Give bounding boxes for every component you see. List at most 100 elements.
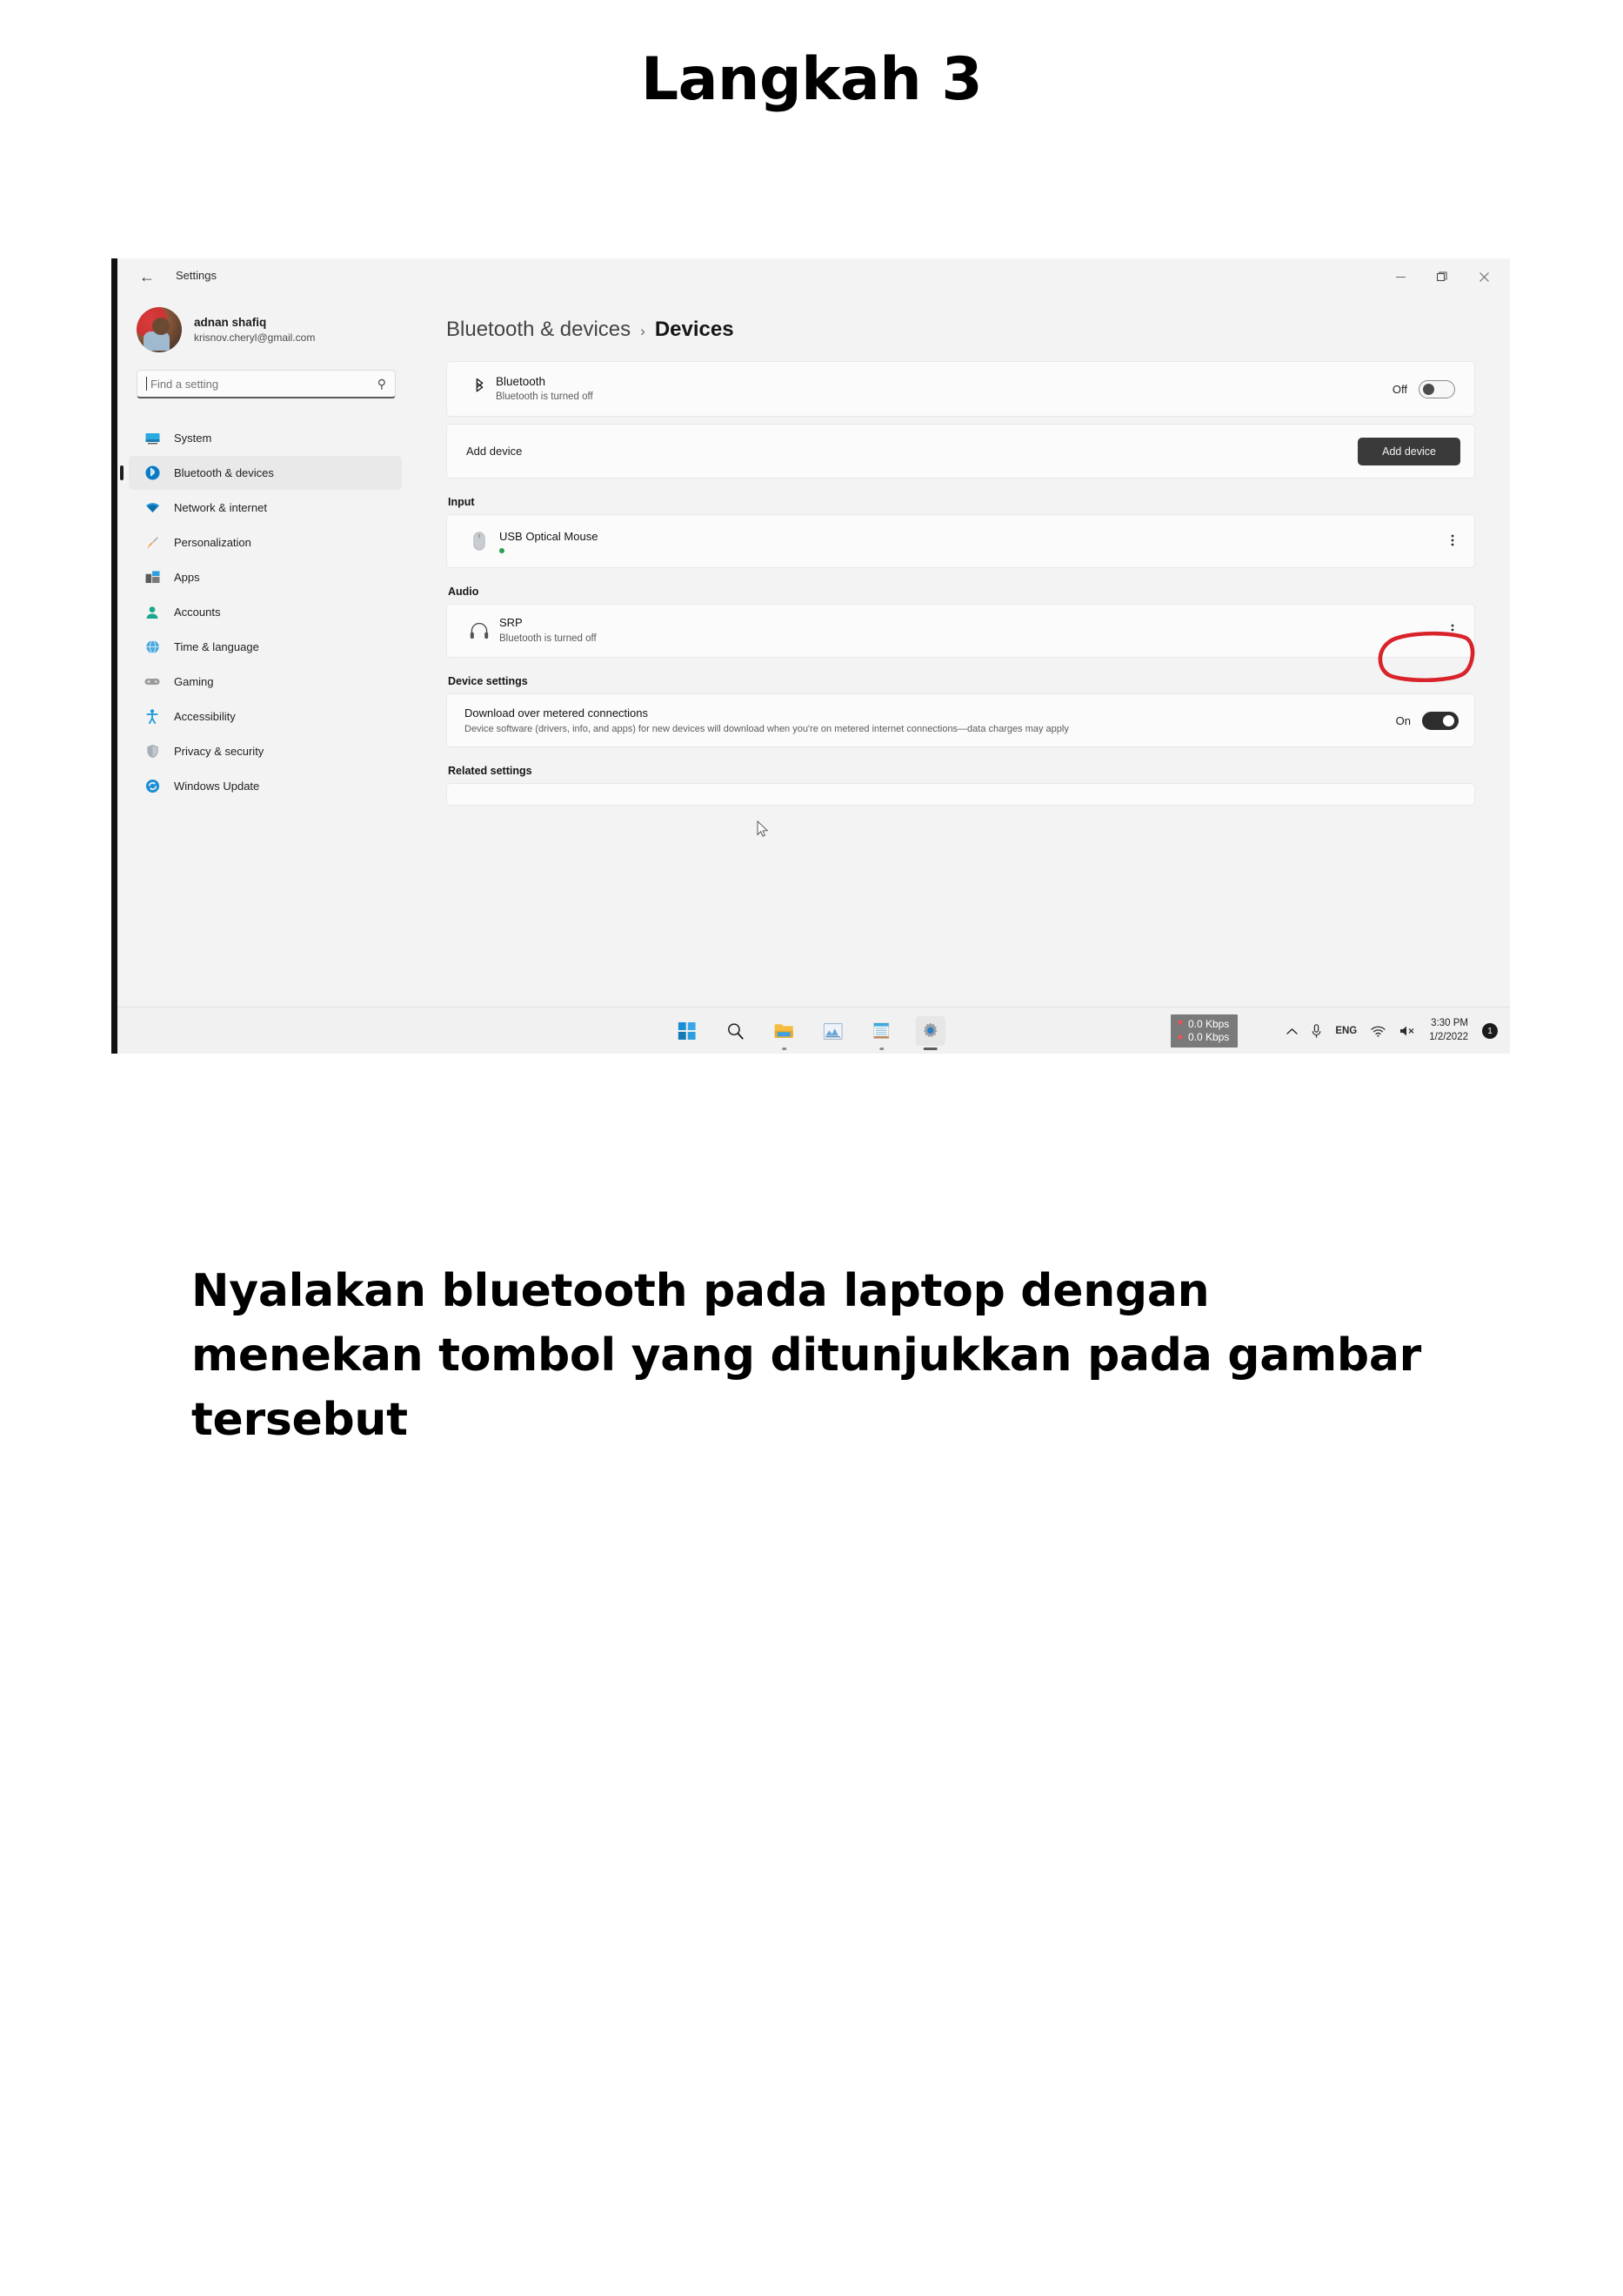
sidebar-item-label: Time & language bbox=[174, 640, 259, 653]
search-icon[interactable] bbox=[720, 1016, 750, 1046]
device-name: USB Optical Mouse bbox=[499, 529, 598, 543]
sidebar-item-personalization[interactable]: Personalization bbox=[129, 525, 402, 559]
bluetooth-toggle-label: Off bbox=[1392, 382, 1407, 396]
window-body: adnan shafiq krisnov.cheryl@gmail.com ⚲ bbox=[117, 295, 1510, 1007]
sidebar-item-privacy-security[interactable]: Privacy & security bbox=[129, 734, 402, 768]
metered-description: Device software (drivers, info, and apps… bbox=[464, 723, 1069, 734]
metered-texts: Download over metered connections Device… bbox=[464, 697, 1069, 744]
clock[interactable]: 3:30 PM 1/2/2022 bbox=[1429, 1017, 1468, 1044]
settings-gear-icon[interactable] bbox=[915, 1016, 945, 1046]
monitor-icon bbox=[144, 431, 160, 446]
sidebar-item-network-internet[interactable]: Network & internet bbox=[129, 491, 402, 525]
notepad-icon[interactable] bbox=[866, 1016, 896, 1046]
sidebar-item-label: System bbox=[174, 432, 212, 445]
minimize-icon[interactable] bbox=[1379, 258, 1421, 295]
add-device-button[interactable]: Add device bbox=[1358, 437, 1460, 465]
volume-muted-icon[interactable] bbox=[1399, 1025, 1415, 1037]
update-icon bbox=[144, 779, 160, 794]
taskbar-icons bbox=[671, 1007, 945, 1054]
restore-icon[interactable] bbox=[1421, 258, 1463, 295]
sidebar-item-label: Accounts bbox=[174, 606, 221, 619]
kebab-menu-icon[interactable] bbox=[1441, 623, 1464, 639]
download-arrow-icon: ▼ bbox=[1176, 1018, 1185, 1028]
bluetooth-toggle[interactable] bbox=[1419, 379, 1455, 398]
device-row-srp[interactable]: SRP Bluetooth is turned off bbox=[446, 604, 1475, 658]
breadcrumb-parent[interactable]: Bluetooth & devices bbox=[446, 318, 631, 342]
shield-icon bbox=[144, 744, 160, 760]
bluetooth-texts: Bluetooth Bluetooth is turned off bbox=[496, 374, 593, 405]
network-speed-widget[interactable]: ▼ 0.0 Kbps ▲ 0.0 Kbps bbox=[1171, 1014, 1239, 1048]
section-heading-audio: Audio bbox=[448, 586, 479, 598]
paintbrush-icon bbox=[144, 535, 160, 551]
sidebar-item-label: Network & internet bbox=[174, 501, 267, 514]
breadcrumb-separator: › bbox=[640, 323, 645, 339]
main-content: Bluetooth & devices › Devices Bluetooth … bbox=[413, 295, 1510, 1007]
chart-app-icon[interactable] bbox=[818, 1016, 847, 1046]
close-icon[interactable] bbox=[1463, 258, 1505, 295]
metered-connections-row[interactable]: Download over metered connections Device… bbox=[446, 693, 1475, 747]
clock-date: 1/2/2022 bbox=[1429, 1032, 1468, 1042]
start-icon[interactable] bbox=[671, 1016, 701, 1046]
device-name: SRP bbox=[499, 616, 523, 630]
related-settings-card[interactable] bbox=[446, 783, 1475, 806]
wifi-icon bbox=[144, 500, 160, 516]
mouse-icon bbox=[464, 532, 494, 551]
taskbar: ▼ 0.0 Kbps ▲ 0.0 Kbps ENG 3:30 PM 1/2/20… bbox=[117, 1007, 1510, 1054]
sidebar-item-label: Windows Update bbox=[174, 780, 260, 793]
sidebar-item-bluetooth-devices[interactable]: Bluetooth & devices bbox=[120, 456, 402, 490]
status-dot bbox=[499, 548, 504, 554]
notification-badge[interactable]: 1 bbox=[1482, 1023, 1498, 1039]
headphones-icon bbox=[464, 622, 494, 639]
avatar bbox=[137, 307, 182, 352]
page-title: Langkah 3 bbox=[640, 45, 983, 114]
metered-toggle[interactable] bbox=[1422, 711, 1459, 730]
sidebar-item-apps[interactable]: Apps bbox=[129, 560, 402, 594]
sidebar-item-system[interactable]: System bbox=[129, 421, 402, 455]
slide-caption: Nyalakan bluetooth pada laptop dengan me… bbox=[191, 1265, 1421, 1446]
microphone-icon[interactable] bbox=[1312, 1023, 1321, 1039]
sidebar-item-windows-update[interactable]: Windows Update bbox=[129, 769, 402, 803]
account-profile[interactable]: adnan shafiq krisnov.cheryl@gmail.com bbox=[117, 295, 413, 352]
device-row-mouse[interactable]: USB Optical Mouse bbox=[446, 514, 1475, 568]
sidebar-item-accounts[interactable]: Accounts bbox=[129, 595, 402, 629]
file-explorer-icon[interactable] bbox=[769, 1016, 798, 1046]
sidebar: adnan shafiq krisnov.cheryl@gmail.com ⚲ bbox=[117, 295, 413, 1007]
wifi-icon[interactable] bbox=[1371, 1026, 1386, 1037]
bluetooth-toggle-group[interactable]: Off bbox=[1392, 379, 1455, 398]
section-heading-input: Input bbox=[448, 496, 475, 508]
sidebar-item-label: Accessibility bbox=[174, 710, 236, 723]
text-caret bbox=[146, 377, 147, 391]
sidebar-item-label: Apps bbox=[174, 571, 200, 584]
upload-arrow-icon: ▲ bbox=[1176, 1032, 1185, 1042]
toggle-knob bbox=[1423, 383, 1434, 395]
metered-toggle-group[interactable]: On bbox=[1396, 711, 1459, 730]
search-icon: ⚲ bbox=[377, 376, 386, 391]
search-box[interactable]: ⚲ bbox=[137, 370, 396, 398]
clock-time: 3:30 PM bbox=[1431, 1018, 1468, 1029]
settings-screenshot: ← Settings adnan shafiq krisnov.cheryl@g… bbox=[111, 258, 1510, 1054]
globe-clock-icon bbox=[144, 639, 160, 655]
device-texts: USB Optical Mouse bbox=[499, 529, 598, 554]
sidebar-item-label: Bluetooth & devices bbox=[174, 466, 274, 479]
breadcrumb-current: Devices bbox=[654, 318, 734, 341]
window-controls bbox=[1379, 258, 1505, 295]
sidebar-nav: System Bluetooth & devices Network & int… bbox=[117, 421, 413, 803]
window-titlebar: ← Settings bbox=[117, 258, 1510, 295]
download-speed: 0.0 Kbps bbox=[1187, 1017, 1230, 1030]
language-indicator[interactable]: ENG bbox=[1335, 1026, 1357, 1036]
search-input[interactable] bbox=[150, 377, 377, 391]
sidebar-item-time-language[interactable]: Time & language bbox=[129, 630, 402, 664]
person-icon bbox=[144, 605, 160, 620]
sidebar-item-gaming[interactable]: Gaming bbox=[129, 665, 402, 699]
kebab-menu-icon[interactable] bbox=[1441, 533, 1464, 550]
bluetooth-row[interactable]: Bluetooth Bluetooth is turned off Off bbox=[446, 361, 1475, 417]
system-tray: ▼ 0.0 Kbps ▲ 0.0 Kbps ENG 3:30 PM 1/2/20… bbox=[1171, 1007, 1501, 1054]
screenshot-left-border bbox=[111, 258, 117, 1054]
sidebar-item-accessibility[interactable]: Accessibility bbox=[129, 700, 402, 733]
back-arrow-icon[interactable]: ← bbox=[137, 266, 157, 287]
section-heading-related-settings: Related settings bbox=[448, 765, 532, 777]
toggle-knob bbox=[1443, 714, 1454, 726]
chevron-up-icon[interactable] bbox=[1286, 1028, 1299, 1035]
bluetooth-icon bbox=[466, 378, 492, 401]
section-heading-device-settings: Device settings bbox=[448, 675, 528, 687]
